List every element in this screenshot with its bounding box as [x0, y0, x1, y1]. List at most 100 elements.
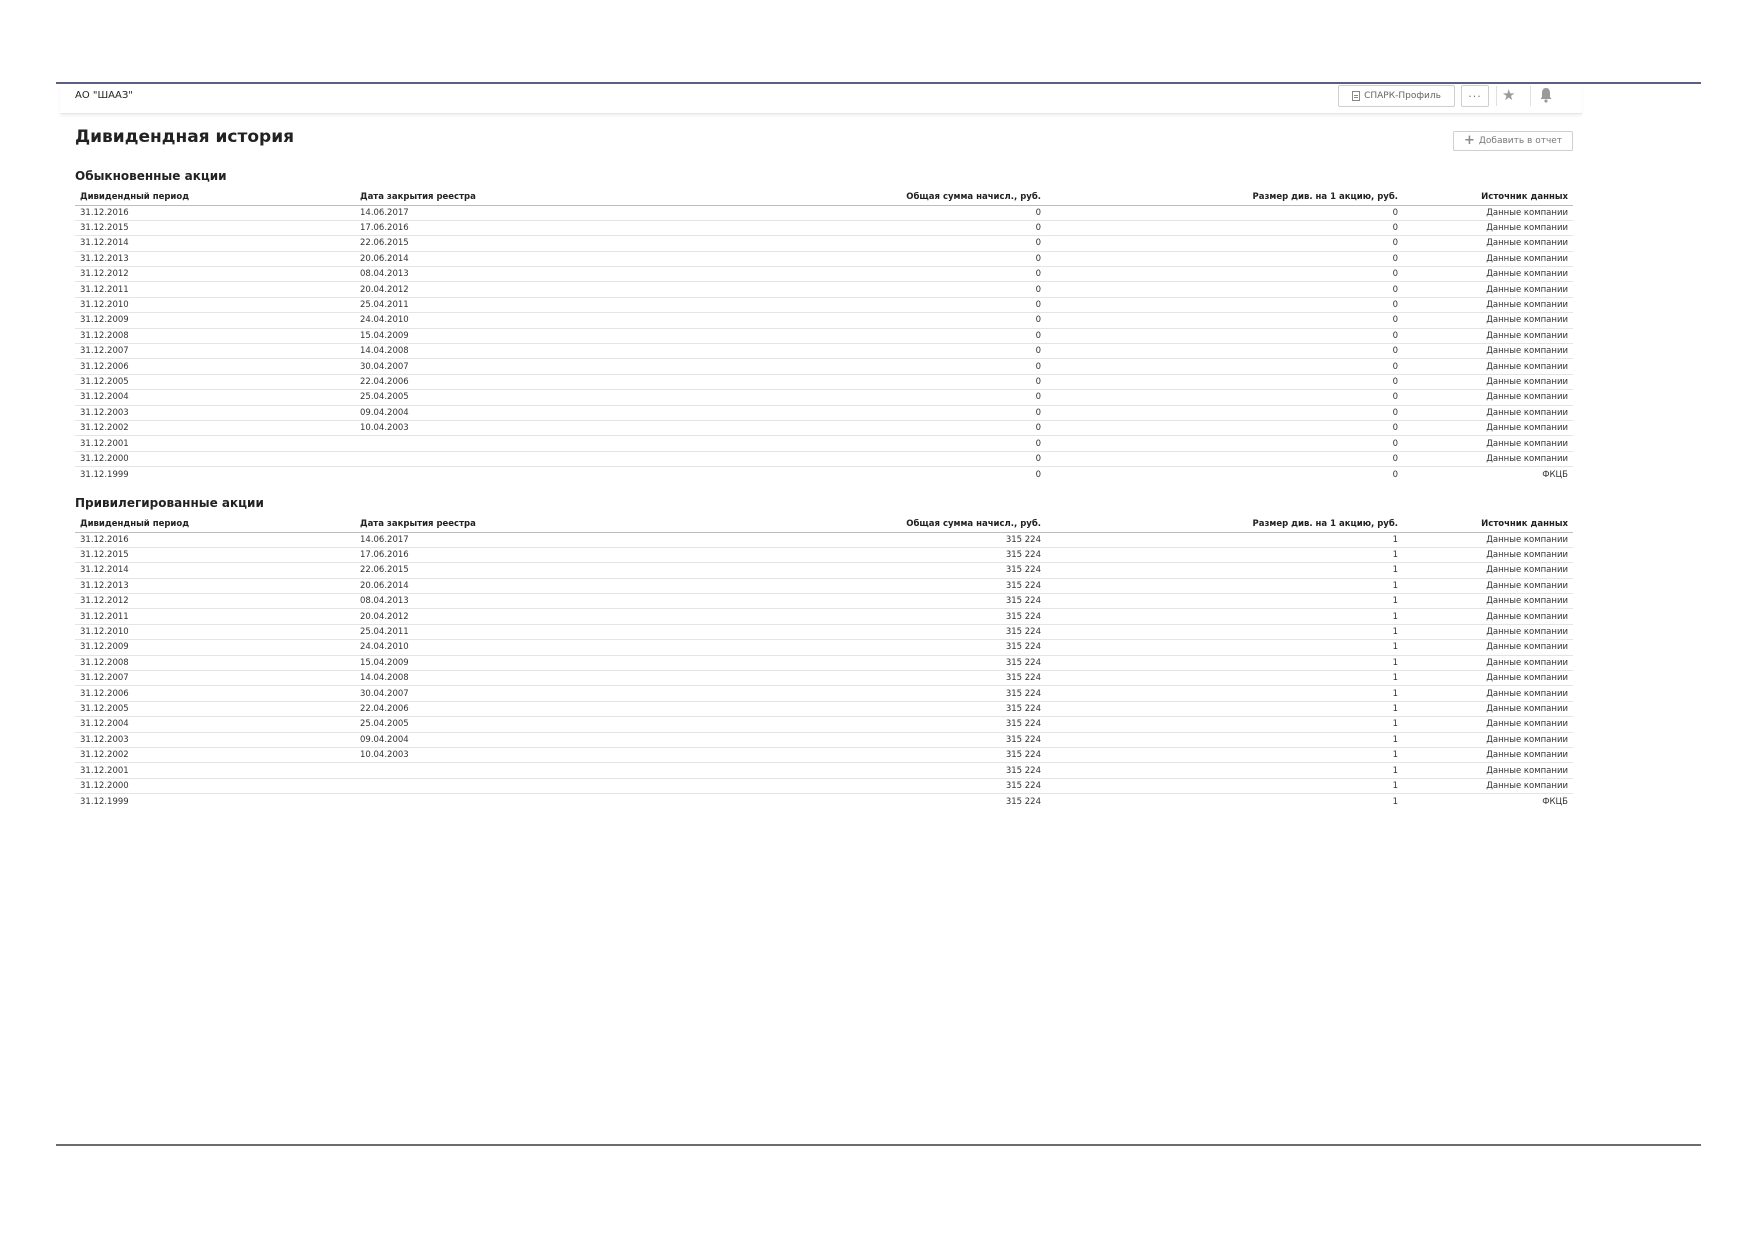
per-share-cell: 0 — [1046, 451, 1403, 468]
table-row: 31.12.2005 22.04.2006 315 224 1 Данные компа… — [75, 701, 1573, 718]
close-date-cell: 20.06.2014 — [355, 578, 635, 595]
source-cell: Данные компании — [1403, 639, 1573, 656]
close-date-cell — [355, 467, 635, 482]
per-share-cell: 1 — [1046, 624, 1403, 641]
close-date-cell: 24.04.2010 — [355, 639, 635, 656]
total-cell: 315 224 — [635, 624, 1046, 641]
close-date-cell: 17.06.2016 — [355, 220, 635, 237]
source-cell: Данные компании — [1403, 328, 1573, 345]
bell-icon[interactable] — [1540, 87, 1552, 103]
divider — [1530, 86, 1531, 106]
source-cell: Данные компании — [1403, 451, 1573, 468]
total-cell: 315 224 — [635, 593, 1046, 610]
add-to-report-button[interactable]: + Добавить в отчет — [1453, 131, 1573, 151]
table-row: 31.12.2001 315 224 1 Данные компании — [75, 762, 1573, 779]
period-cell: 31.12.2013 — [75, 578, 355, 595]
table-row: 31.12.2013 20.06.2014 0 0 Данные компании — [75, 251, 1573, 268]
total-cell: 315 224 — [635, 701, 1046, 718]
per-share-cell: 0 — [1046, 405, 1403, 421]
total-cell: 315 224 — [635, 532, 1046, 548]
total-cell: 315 224 — [635, 547, 1046, 564]
table-row: 31.12.2010 25.04.2011 315 224 1 Данные компа… — [75, 624, 1573, 641]
source-cell: Данные компании — [1403, 251, 1573, 268]
total-cell: 0 — [635, 389, 1046, 406]
period-cell: 31.12.2003 — [75, 732, 355, 748]
table-row: 31.12.2001 0 0 Данные компании — [75, 435, 1573, 452]
total-cell: 0 — [635, 266, 1046, 283]
total-cell: 0 — [635, 451, 1046, 468]
close-date-cell: 14.04.2008 — [355, 343, 635, 360]
source-cell: ФКЦБ — [1542, 796, 1568, 807]
total-cell: 0 — [635, 205, 1046, 221]
table-header-row: Дивидендный период Дата закрытия реестра… — [75, 190, 1573, 206]
per-share-cell: 1 — [1046, 608, 1403, 625]
source-cell: Данные компании — [1403, 732, 1573, 748]
period-cell: 31.12.2011 — [75, 608, 355, 625]
per-share-cell: 0 — [1046, 328, 1403, 345]
source-cell: Данные компании — [1403, 670, 1573, 687]
close-date-cell: 09.04.2004 — [355, 732, 635, 748]
per-share-cell: 1 — [1392, 796, 1398, 807]
period-cell: 31.12.2015 — [75, 547, 355, 564]
star-icon[interactable]: ★ — [1502, 85, 1515, 105]
table-row: 31.12.1999 315 224 1 ФКЦБ — [75, 794, 1573, 809]
spark-profile-button[interactable]: СПАРК-Профиль — [1338, 85, 1455, 107]
close-date-cell: 24.04.2010 — [355, 312, 635, 329]
source-cell: Данные компании — [1403, 578, 1573, 595]
period-cell: 31.12.2012 — [75, 593, 355, 610]
source-cell: Данные компании — [1403, 420, 1573, 437]
period-cell: 31.12.2010 — [75, 297, 355, 314]
close-date-cell: 20.04.2012 — [355, 281, 635, 298]
period-cell: 31.12.2006 — [75, 358, 355, 375]
total-cell: 0 — [635, 420, 1046, 437]
close-date-cell: 14.06.2017 — [355, 205, 635, 221]
total-cell: 315 224 — [635, 747, 1046, 764]
source-cell: Данные компании — [1403, 343, 1573, 360]
total-cell: 315 224 — [635, 716, 1046, 733]
column-header-source: Источник данных — [1403, 517, 1573, 533]
close-date-cell: 20.04.2012 — [355, 608, 635, 625]
period-cell: 31.12.2012 — [75, 266, 355, 283]
total-cell: 0 — [635, 328, 1046, 345]
period-cell: 31.12.2015 — [75, 220, 355, 237]
column-header-per-share: Размер див. на 1 акцию, руб. — [1046, 517, 1403, 533]
source-cell: Данные компании — [1403, 266, 1573, 283]
table-row: 31.12.2007 14.04.2008 0 0 Данные компании — [75, 343, 1573, 360]
table-row: 31.12.2006 30.04.2007 0 0 Данные компании — [75, 358, 1573, 375]
total-cell: 315 224 — [635, 762, 1046, 779]
source-cell: Данные компании — [1403, 405, 1573, 421]
source-cell: Данные компании — [1403, 593, 1573, 610]
column-header-close-date: Дата закрытия реестра — [355, 517, 635, 533]
total-cell: 315 224 — [1005, 796, 1041, 807]
period-cell: 31.12.2013 — [75, 251, 355, 268]
column-header-per-share: Размер див. на 1 акцию, руб. — [1046, 190, 1403, 206]
column-header-total: Общая сумма начисл., руб. — [635, 517, 1046, 533]
total-cell: 0 — [635, 312, 1046, 329]
column-header-close-date: Дата закрытия реестра — [355, 190, 635, 206]
period-cell: 31.12.1999 — [80, 796, 129, 807]
period-cell: 31.12.2006 — [75, 685, 355, 702]
per-share-cell: 0 — [1046, 205, 1403, 221]
period-cell: 31.12.2011 — [75, 281, 355, 298]
per-share-cell: 0 — [1046, 312, 1403, 329]
per-share-cell: 1 — [1046, 547, 1403, 564]
source-cell: Данные компании — [1403, 685, 1573, 702]
close-date-cell — [355, 794, 635, 809]
close-date-cell: 22.06.2015 — [355, 235, 635, 252]
period-cell: 31.12.2009 — [75, 312, 355, 329]
table-row: 31.12.2013 20.06.2014 315 224 1 Данные компа… — [75, 578, 1573, 595]
per-share-cell: 1 — [1046, 747, 1403, 764]
total-cell: 315 224 — [635, 685, 1046, 702]
close-date-cell: 25.04.2005 — [355, 716, 635, 733]
more-button[interactable]: ··· — [1461, 85, 1489, 107]
table-row: 31.12.2012 08.04.2013 315 224 1 Данные компа… — [75, 593, 1573, 610]
total-cell: 315 224 — [635, 778, 1046, 795]
company-name: АО "ШААЗ" — [75, 90, 133, 101]
per-share-cell: 0 — [1046, 343, 1403, 360]
table-row: 31.12.2004 25.04.2005 0 0 Данные компании — [75, 389, 1573, 406]
table-row: 31.12.2012 08.04.2013 0 0 Данные компании — [75, 266, 1573, 283]
source-cell: Данные компании — [1403, 220, 1573, 237]
source-cell: Данные компании — [1403, 235, 1573, 252]
table-row: 31.12.2014 22.06.2015 315 224 1 Данные компа… — [75, 562, 1573, 579]
table-row: 31.12.2016 14.06.2017 0 0 Данные компании — [75, 205, 1573, 221]
